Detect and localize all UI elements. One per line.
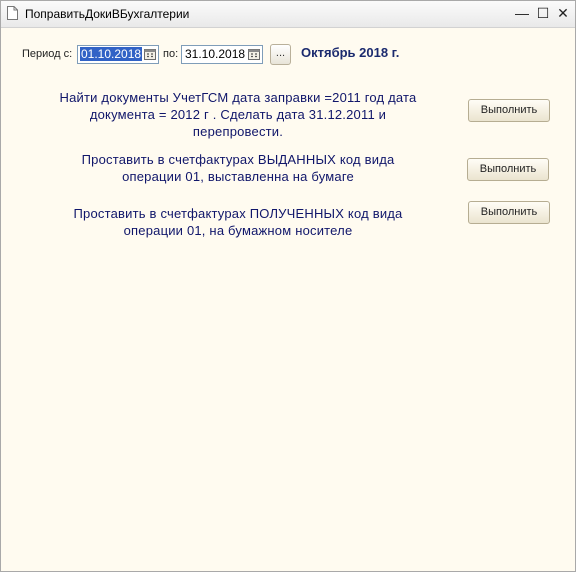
- close-button[interactable]: ✕: [555, 5, 571, 21]
- task-1-line-1: Найти документы УчетГСМ дата заправки =2…: [59, 90, 417, 105]
- window-title: ПоправитьДокиВБухгалтерии: [25, 7, 190, 21]
- period-from-label: Период с:: [22, 48, 73, 60]
- task-3-line-1: Проставить в счетфактурах ПОЛУЧЕННЫХ код…: [73, 206, 403, 221]
- task-1-line-2: документа = 2012 г . Сделать дата 31.12.…: [89, 107, 387, 122]
- form-content: Период с: 01.10.2018 по: 31.10.2018 ... …: [1, 28, 575, 571]
- execute-button-2[interactable]: Выполнить: [467, 158, 549, 181]
- title-bar[interactable]: ПоправитьДокиВБухгалтерии — ☐ ✕: [1, 1, 575, 28]
- task-1-line-3: перепровести.: [192, 124, 284, 139]
- period-to-value: 31.10.2018: [185, 47, 246, 61]
- period-display: Октябрь 2018 г.: [301, 45, 400, 60]
- period-from-value: 01.10.2018: [80, 47, 143, 61]
- calendar-icon[interactable]: [247, 47, 261, 61]
- task-2-line-2: операции 01, выставленна на бумаге: [122, 169, 354, 184]
- execute-button-1[interactable]: Выполнить: [468, 99, 550, 122]
- document-icon: [7, 6, 18, 20]
- period-select-button[interactable]: ...: [270, 44, 291, 65]
- minimize-button[interactable]: —: [514, 5, 530, 21]
- task-2-description: Проставить в счетфактурах ВЫДАННЫХ код в…: [15, 151, 461, 185]
- task-3-line-2: операции 01, на бумажном носителе: [123, 223, 353, 238]
- period-from-field[interactable]: 01.10.2018: [77, 45, 159, 64]
- execute-button-3[interactable]: Выполнить: [468, 201, 550, 224]
- form-window: ПоправитьДокиВБухгалтерии — ☐ ✕ Период с…: [0, 0, 576, 572]
- period-to-field[interactable]: 31.10.2018: [181, 45, 263, 64]
- task-1-description: Найти документы УчетГСМ дата заправки =2…: [15, 89, 461, 140]
- task-2-line-1: Проставить в счетфактурах ВЫДАННЫХ код в…: [81, 152, 395, 167]
- period-to-label: по:: [163, 48, 179, 60]
- calendar-icon[interactable]: [143, 47, 157, 61]
- maximize-button[interactable]: ☐: [535, 5, 551, 21]
- task-3-description: Проставить в счетфактурах ПОЛУЧЕННЫХ код…: [15, 205, 461, 239]
